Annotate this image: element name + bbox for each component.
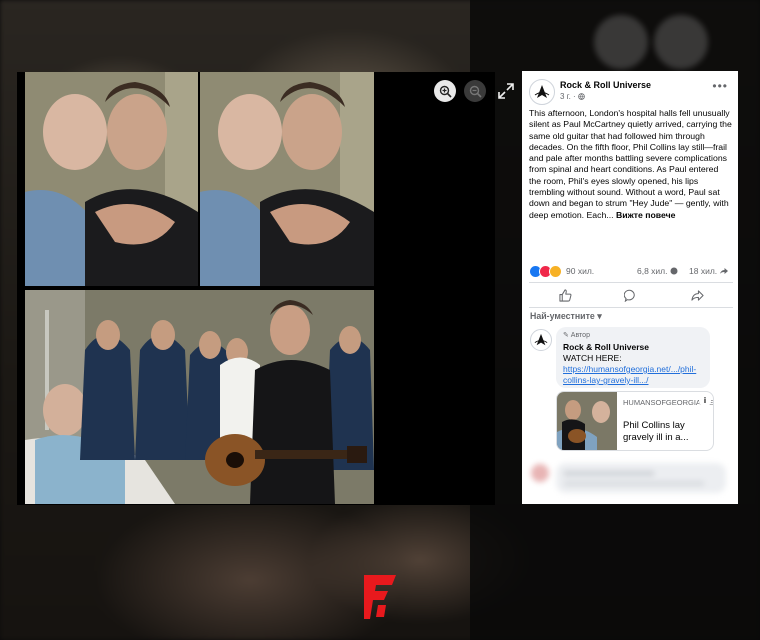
reactions-count[interactable]: 90 хил. bbox=[566, 266, 594, 276]
comment-button[interactable] bbox=[620, 286, 640, 304]
comment-sort-dropdown[interactable]: Най-уместните ▾ bbox=[530, 311, 602, 322]
post-text: This afternoon, London's hospital halls … bbox=[529, 108, 732, 221]
post-card: Rock & Roll Universe 3 г. · ••• This aft… bbox=[522, 71, 738, 504]
commenter-avatar[interactable] bbox=[530, 329, 552, 351]
like-icon bbox=[558, 288, 571, 302]
link-preview-domain: HUMANSOFGEORGIA.NET bbox=[623, 398, 714, 407]
expand-icon[interactable] bbox=[497, 82, 515, 100]
divider bbox=[529, 307, 733, 308]
photo-hug-left[interactable] bbox=[25, 72, 198, 286]
see-more-link[interactable]: Вижте повече bbox=[616, 210, 676, 220]
comment-link[interactable]: https://humansofgeorgia.net/.../phil-col… bbox=[563, 364, 709, 386]
link-preview-title: Phil Collins lay gravely ill in a... bbox=[623, 420, 689, 443]
author-badge: ✎ Автор bbox=[563, 332, 590, 339]
post-header: Rock & Roll Universe 3 г. · ••• bbox=[522, 71, 738, 105]
post-timestamp[interactable]: 3 г. · bbox=[560, 92, 585, 101]
zoom-out-button[interactable] bbox=[464, 80, 486, 102]
globe-icon bbox=[578, 93, 585, 100]
comments-count-text: 6,8 хил. bbox=[637, 266, 668, 276]
page-name[interactable]: Rock & Roll Universe bbox=[560, 80, 651, 90]
rocket-logo-icon bbox=[534, 333, 548, 346]
comment-count-icon bbox=[670, 267, 678, 275]
comments-count[interactable]: 6,8 хил. bbox=[637, 266, 678, 276]
more-options-button[interactable]: ••• bbox=[712, 79, 728, 93]
share-button[interactable] bbox=[687, 286, 707, 304]
share-count-icon bbox=[719, 268, 728, 274]
link-preview-card[interactable]: HUMANSOFGEORGIA.NET Phil Collins lay gra… bbox=[556, 391, 714, 451]
shares-count[interactable]: 18 хил. bbox=[689, 266, 728, 276]
post-body: This afternoon, London's hospital halls … bbox=[529, 108, 732, 220]
photo-hug-right[interactable] bbox=[200, 72, 374, 286]
comment-bubble: ✎ Автор Rock & Roll Universe WATCH HERE:… bbox=[556, 327, 710, 388]
zoom-out-icon bbox=[469, 85, 482, 98]
info-icon[interactable]: i bbox=[699, 395, 711, 407]
rocket-logo-icon bbox=[534, 85, 550, 98]
blurred-comment bbox=[531, 463, 726, 493]
link-preview-thumbnail bbox=[557, 392, 617, 450]
red-logo-watermark bbox=[364, 575, 396, 619]
comment-icon bbox=[623, 289, 635, 302]
divider bbox=[529, 282, 733, 283]
share-icon bbox=[690, 289, 704, 301]
zoom-in-icon bbox=[439, 85, 452, 98]
zoom-in-button[interactable] bbox=[434, 80, 456, 102]
photo-hospital-guitar[interactable] bbox=[25, 290, 374, 504]
comment-text: WATCH HERE: bbox=[563, 353, 622, 363]
blurred-control bbox=[594, 15, 648, 69]
reactions-row: 90 хил. 6,8 хил. 18 хил. bbox=[529, 265, 733, 279]
sad-reaction-icon bbox=[549, 265, 562, 278]
shares-count-text: 18 хил. bbox=[689, 266, 718, 276]
reaction-icons[interactable] bbox=[529, 265, 562, 278]
blurred-control bbox=[654, 15, 708, 69]
comment-author[interactable]: Rock & Roll Universe bbox=[563, 342, 649, 352]
timestamp-text: 3 г. · bbox=[560, 92, 576, 101]
page-avatar[interactable] bbox=[529, 79, 555, 105]
like-button[interactable] bbox=[555, 286, 575, 304]
